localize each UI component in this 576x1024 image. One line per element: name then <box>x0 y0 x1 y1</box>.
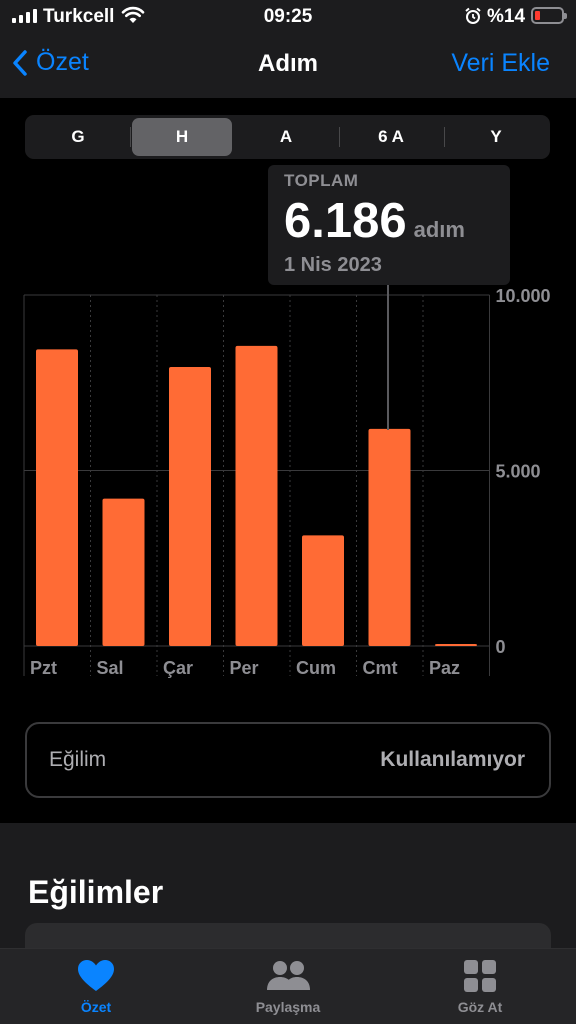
people-icon <box>267 961 310 990</box>
alarm-icon <box>465 7 481 24</box>
trend-row[interactable]: Eğilim Kullanılamıyor <box>25 722 551 798</box>
trend-label: Eğilim <box>49 748 107 771</box>
trend-value: Kullanılamıyor <box>380 748 525 771</box>
battery-icon <box>531 7 567 24</box>
y-tick-label: 10.000 <box>496 286 551 306</box>
tab-sharing[interactable]: Paylaşma <box>213 959 363 1015</box>
x-tick-label: Sal <box>97 658 124 678</box>
x-tick-label: Paz <box>429 658 460 678</box>
tooltip-indicator-line <box>387 285 389 430</box>
tooltip-unit: adım <box>413 217 465 242</box>
tab-label: Göz At <box>457 999 503 1015</box>
tab-label: Özet <box>80 999 112 1015</box>
tooltip-heading: TOPLAM <box>284 171 359 190</box>
tab-browse[interactable]: Göz At <box>405 959 555 1015</box>
x-tick-label: Pzt <box>30 658 57 678</box>
y-tick-label: 0 <box>496 637 506 657</box>
bar-per[interactable] <box>235 345 278 646</box>
bar-cum[interactable] <box>302 535 344 646</box>
segment-month[interactable]: A <box>236 118 336 156</box>
segment-divider <box>444 127 445 147</box>
y-tick-label: 5.000 <box>496 462 541 482</box>
bar-cmt[interactable] <box>368 428 411 646</box>
tab-summary[interactable]: Özet <box>21 959 171 1015</box>
bar-paz[interactable] <box>435 644 477 646</box>
selected-value-tooltip: TOPLAM 6.186 adım 1 Nis 2023 <box>268 165 510 285</box>
segment-six-months[interactable]: 6 A <box>341 118 441 156</box>
x-tick-label: Per <box>230 658 259 678</box>
add-data-button[interactable]: Veri Ekle <box>451 49 550 78</box>
segment-divider <box>339 127 340 147</box>
x-tick-label: Cum <box>296 658 336 678</box>
battery-percent: %14 <box>487 6 526 27</box>
bar-pzt[interactable] <box>36 349 78 646</box>
bar-çar[interactable] <box>169 366 211 646</box>
navigation-bar: Özet Adım Veri Ekle <box>0 34 576 98</box>
x-tick-label: Çar <box>163 658 193 678</box>
segment-year[interactable]: Y <box>446 118 546 156</box>
tooltip-date: 1 Nis 2023 <box>284 254 382 276</box>
x-tick-label: Cmt <box>363 658 398 678</box>
grid-icon <box>464 960 496 992</box>
tab-label: Paylaşma <box>255 999 321 1015</box>
steps-bar-chart[interactable]: 0 5.000 10.000 Pzt Sal Çar Per Cum Cmt Paz <box>0 280 576 680</box>
tooltip-value: 6.186 <box>284 194 407 248</box>
segment-day[interactable]: G <box>28 118 128 156</box>
section-title: Eğilimler <box>28 874 164 910</box>
tab-bar: Özet Paylaşma Göz At <box>0 948 576 1024</box>
segment-divider <box>130 127 131 147</box>
heart-icon <box>78 960 114 991</box>
bar-sal[interactable] <box>102 498 145 646</box>
status-bar: Turkcell 09:25 %14 <box>0 0 576 34</box>
time-range-segmented-control: G H A 6 A Y <box>25 115 550 159</box>
segment-week[interactable]: H <box>132 118 232 156</box>
